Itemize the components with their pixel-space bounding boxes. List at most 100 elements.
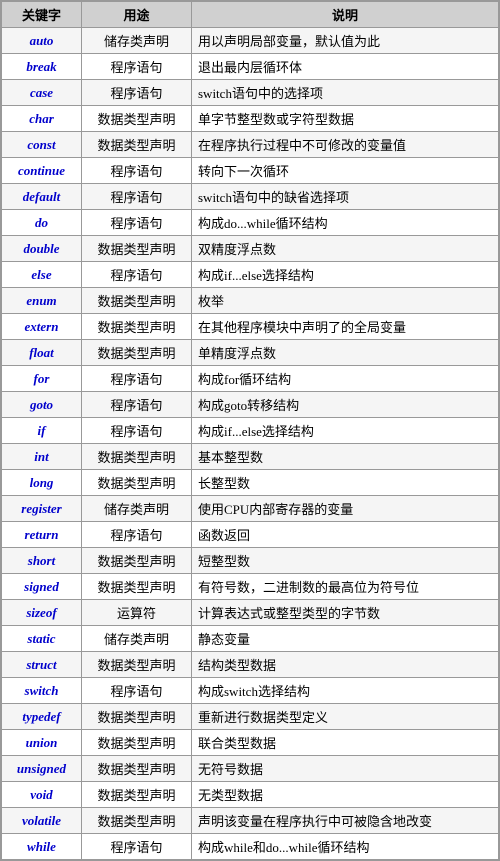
table-row: enum数据类型声明枚举: [2, 288, 499, 314]
table-row: struct数据类型声明结构类型数据: [2, 652, 499, 678]
desc-cell: 无符号数据: [192, 756, 499, 782]
desc-cell: 双精度浮点数: [192, 236, 499, 262]
desc-cell: switch语句中的缺省选择项: [192, 184, 499, 210]
usage-cell: 程序语句: [82, 262, 192, 288]
table-row: const数据类型声明在程序执行过程中不可修改的变量值: [2, 132, 499, 158]
table-row: long数据类型声明长整型数: [2, 470, 499, 496]
desc-cell: 构成do...while循环结构: [192, 210, 499, 236]
usage-cell: 储存类声明: [82, 626, 192, 652]
desc-cell: 声明该变量在程序执行中可被隐含地改变: [192, 808, 499, 834]
table-row: int数据类型声明基本整型数: [2, 444, 499, 470]
usage-cell: 数据类型声明: [82, 288, 192, 314]
desc-cell: 在程序执行过程中不可修改的变量值: [192, 132, 499, 158]
table-row: sizeof运算符计算表达式或整型类型的字节数: [2, 600, 499, 626]
keyword-cell: for: [2, 366, 82, 392]
table-row: extern数据类型声明在其他程序模块中声明了的全局变量: [2, 314, 499, 340]
header-keyword: 关键字: [2, 2, 82, 28]
desc-cell: 计算表达式或整型类型的字节数: [192, 600, 499, 626]
usage-cell: 数据类型声明: [82, 756, 192, 782]
table-row: continue程序语句转向下一次循环: [2, 158, 499, 184]
table-row: void数据类型声明无类型数据: [2, 782, 499, 808]
usage-cell: 数据类型声明: [82, 652, 192, 678]
usage-cell: 程序语句: [82, 418, 192, 444]
desc-cell: switch语句中的选择项: [192, 80, 499, 106]
desc-cell: 使用CPU内部寄存器的变量: [192, 496, 499, 522]
desc-cell: 基本整型数: [192, 444, 499, 470]
keyword-cell: goto: [2, 392, 82, 418]
desc-cell: 退出最内层循环体: [192, 54, 499, 80]
keyword-cell: struct: [2, 652, 82, 678]
usage-cell: 数据类型声明: [82, 314, 192, 340]
desc-cell: 单精度浮点数: [192, 340, 499, 366]
table-row: while程序语句构成while和do...while循环结构: [2, 834, 499, 860]
keyword-cell: unsigned: [2, 756, 82, 782]
table-row: case程序语句switch语句中的选择项: [2, 80, 499, 106]
keyword-cell: return: [2, 522, 82, 548]
table-row: char数据类型声明单字节整型数或字符型数据: [2, 106, 499, 132]
desc-cell: 静态变量: [192, 626, 499, 652]
desc-cell: 联合类型数据: [192, 730, 499, 756]
table-row: short数据类型声明短整型数: [2, 548, 499, 574]
keyword-cell: else: [2, 262, 82, 288]
table-row: return程序语句函数返回: [2, 522, 499, 548]
usage-cell: 程序语句: [82, 522, 192, 548]
header-desc: 说明: [192, 2, 499, 28]
desc-cell: 构成goto转移结构: [192, 392, 499, 418]
keyword-cell: while: [2, 834, 82, 860]
usage-cell: 程序语句: [82, 184, 192, 210]
keyword-cell: case: [2, 80, 82, 106]
usage-cell: 程序语句: [82, 210, 192, 236]
keyword-cell: float: [2, 340, 82, 366]
keyword-cell: break: [2, 54, 82, 80]
usage-cell: 数据类型声明: [82, 782, 192, 808]
table-row: break程序语句退出最内层循环体: [2, 54, 499, 80]
usage-cell: 数据类型声明: [82, 132, 192, 158]
keyword-cell: double: [2, 236, 82, 262]
usage-cell: 程序语句: [82, 392, 192, 418]
usage-cell: 数据类型声明: [82, 808, 192, 834]
desc-cell: 转向下一次循环: [192, 158, 499, 184]
usage-cell: 程序语句: [82, 158, 192, 184]
usage-cell: 数据类型声明: [82, 704, 192, 730]
header-usage: 用途: [82, 2, 192, 28]
keyword-cell: int: [2, 444, 82, 470]
usage-cell: 数据类型声明: [82, 548, 192, 574]
keyword-cell: default: [2, 184, 82, 210]
usage-cell: 数据类型声明: [82, 106, 192, 132]
keyword-cell: long: [2, 470, 82, 496]
keyword-cell: void: [2, 782, 82, 808]
table-row: else程序语句构成if...else选择结构: [2, 262, 499, 288]
keyword-cell: sizeof: [2, 600, 82, 626]
keyword-cell: if: [2, 418, 82, 444]
keyword-cell: extern: [2, 314, 82, 340]
usage-cell: 数据类型声明: [82, 444, 192, 470]
table-row: volatile数据类型声明声明该变量在程序执行中可被隐含地改变: [2, 808, 499, 834]
keyword-cell: static: [2, 626, 82, 652]
usage-cell: 数据类型声明: [82, 574, 192, 600]
desc-cell: 短整型数: [192, 548, 499, 574]
keyword-cell: typedef: [2, 704, 82, 730]
keyword-cell: volatile: [2, 808, 82, 834]
usage-cell: 程序语句: [82, 834, 192, 860]
table-row: for程序语句构成for循环结构: [2, 366, 499, 392]
usage-cell: 数据类型声明: [82, 470, 192, 496]
desc-cell: 用以声明局部变量，默认值为此: [192, 28, 499, 54]
desc-cell: 长整型数: [192, 470, 499, 496]
keyword-cell: char: [2, 106, 82, 132]
table-row: signed数据类型声明有符号数，二进制数的最高位为符号位: [2, 574, 499, 600]
table-row: unsigned数据类型声明无符号数据: [2, 756, 499, 782]
desc-cell: 在其他程序模块中声明了的全局变量: [192, 314, 499, 340]
table-row: typedef数据类型声明重新进行数据类型定义: [2, 704, 499, 730]
desc-cell: 构成for循环结构: [192, 366, 499, 392]
keyword-cell: short: [2, 548, 82, 574]
table-row: double数据类型声明双精度浮点数: [2, 236, 499, 262]
usage-cell: 程序语句: [82, 678, 192, 704]
keyword-cell: signed: [2, 574, 82, 600]
keyword-cell: do: [2, 210, 82, 236]
desc-cell: 构成if...else选择结构: [192, 262, 499, 288]
keyword-cell: const: [2, 132, 82, 158]
table-row: default程序语句switch语句中的缺省选择项: [2, 184, 499, 210]
table-row: if程序语句构成if...else选择结构: [2, 418, 499, 444]
desc-cell: 有符号数，二进制数的最高位为符号位: [192, 574, 499, 600]
table-row: auto储存类声明用以声明局部变量，默认值为此: [2, 28, 499, 54]
